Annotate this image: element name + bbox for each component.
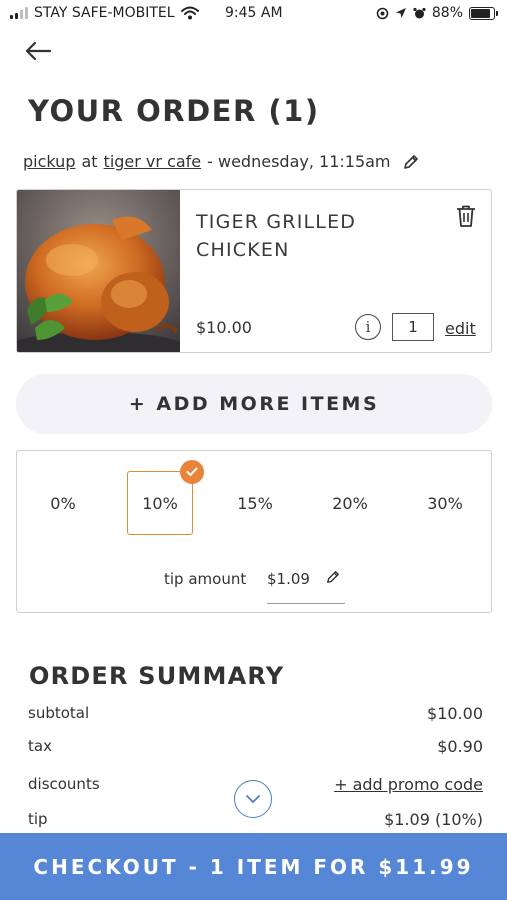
orientation-lock-icon (376, 7, 389, 19)
tip-label: tip (28, 810, 48, 828)
tip-option-0[interactable]: 0% (30, 471, 96, 535)
tip-option-15[interactable]: 15% (222, 471, 288, 535)
carrier-name: STAY SAFE-MOBITEL (34, 5, 175, 21)
back-arrow-icon[interactable] (24, 38, 52, 64)
location-arrow-icon (395, 8, 406, 18)
battery-percent: 88% (431, 5, 463, 21)
item-name: TIGER GRILLED CHICKEN (196, 211, 357, 261)
trash-icon[interactable] (455, 204, 477, 228)
status-time: 9:45 AM (225, 5, 283, 21)
item-price: $10.00 (196, 318, 252, 337)
tip-option-label: 10% (142, 493, 178, 513)
chevron-down-icon (246, 795, 260, 803)
tip-amount-underline (267, 603, 345, 604)
wifi-icon (180, 6, 199, 20)
page-title: YOUR ORDER (1) (28, 94, 320, 128)
tax-row: tax $0.90 (28, 737, 483, 759)
status-left: STAY SAFE-MOBITEL (10, 5, 199, 21)
add-promo-code-link[interactable]: + add promo code (334, 775, 483, 794)
pickup-mode-link[interactable]: pickup (23, 152, 75, 171)
edit-pickup-pencil-icon[interactable] (403, 154, 419, 170)
item-photo-chicken (17, 190, 180, 352)
tax-label: tax (28, 737, 52, 755)
alarm-icon (413, 7, 426, 18)
tip-value: $1.09 (10%) (384, 810, 483, 829)
tip-option-30[interactable]: 30% (412, 471, 478, 535)
quantity-field[interactable]: 1 (392, 313, 434, 341)
order-summary-title: ORDER SUMMARY (29, 662, 285, 690)
pickup-time: - wednesday, 11:15am (207, 152, 391, 171)
tip-amount-label: tip amount (164, 570, 247, 588)
location-link[interactable]: tiger vr cafe (104, 152, 202, 171)
discounts-label: discounts (28, 775, 100, 793)
subtotal-label: subtotal (28, 704, 90, 722)
tip-option-10-selected[interactable]: 10% (127, 460, 204, 535)
order-item-card: TIGER GRILLED CHICKEN $10.00 i 1 edit (16, 189, 492, 353)
tip-selector-card: 0% 10% 15% 20% 30% tip amount $1.09 (16, 450, 492, 613)
edit-tip-pencil-icon[interactable] (326, 570, 340, 584)
tax-value: $0.90 (437, 737, 483, 756)
status-bar: STAY SAFE-MOBITEL 9:45 AM 88% (0, 0, 507, 28)
edit-item-link[interactable]: edit (445, 319, 476, 338)
checkout-button[interactable]: CHECKOUT - 1 ITEM FOR $11.99 (0, 833, 507, 900)
status-right: 88% (376, 5, 498, 21)
signal-icon (10, 7, 28, 19)
pickup-info: pickup at tiger vr cafe - wednesday, 11:… (23, 152, 419, 171)
scroll-down-button[interactable] (234, 780, 272, 818)
checkmark-icon (180, 460, 204, 484)
pickup-at-text: at (81, 152, 98, 171)
subtotal-value: $10.00 (427, 704, 483, 723)
battery-icon (469, 6, 498, 20)
tip-amount-input[interactable]: $1.09 (267, 570, 310, 588)
tip-option-20[interactable]: 20% (317, 471, 383, 535)
add-more-items-button[interactable]: + ADD MORE ITEMS (16, 374, 492, 434)
subtotal-row: subtotal $10.00 (28, 704, 483, 726)
item-info-icon[interactable]: i (355, 314, 381, 340)
